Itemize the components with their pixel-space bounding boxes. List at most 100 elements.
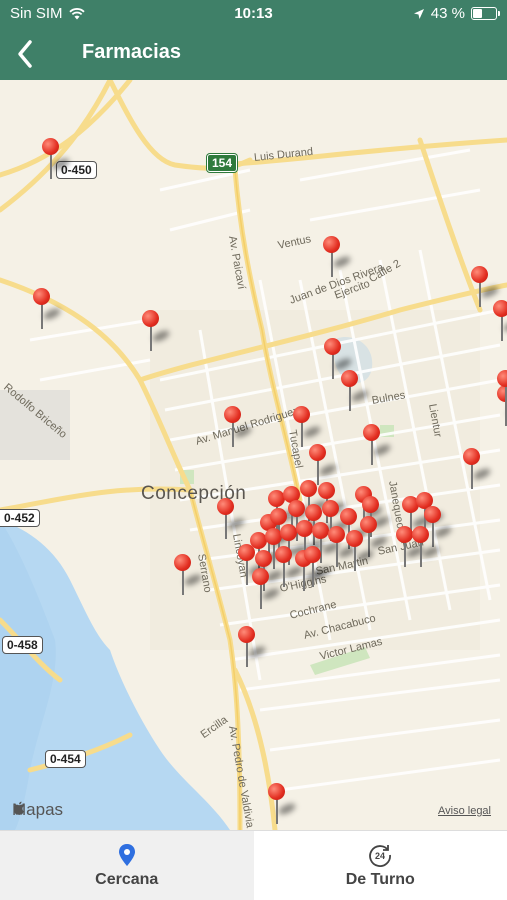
pin-head <box>304 546 321 563</box>
pharmacy-pin[interactable] <box>323 236 352 280</box>
pin-stick <box>181 569 184 595</box>
pin-head <box>324 338 341 355</box>
pin-stick <box>403 541 406 567</box>
pin-stick <box>419 541 422 567</box>
pin-stick <box>504 385 507 411</box>
pin-head <box>424 506 441 523</box>
pharmacy-pin[interactable] <box>341 370 370 414</box>
pin-head <box>318 482 335 499</box>
pin-stick <box>149 325 152 351</box>
pin-stick <box>245 559 248 585</box>
pin-head <box>497 370 507 387</box>
pharmacy-pin[interactable] <box>142 310 171 354</box>
pin-stick <box>245 641 248 667</box>
tab-de-turno[interactable]: 24 De Turno <box>254 831 507 900</box>
pin-head <box>280 524 297 541</box>
pin-head <box>174 554 191 571</box>
map-base <box>0 80 507 830</box>
status-bar: Sin SIM 10:13 43 % <box>0 0 507 28</box>
pin-stick <box>331 353 334 379</box>
pin-stick <box>231 421 234 447</box>
maps-attribution: Mapas <box>12 800 63 820</box>
legal-link[interactable]: Aviso legal <box>438 805 491 817</box>
pharmacy-pin[interactable] <box>328 526 357 570</box>
pharmacy-pin[interactable] <box>42 138 71 182</box>
pharmacy-pin[interactable] <box>238 626 267 670</box>
location-pin-icon <box>118 843 135 866</box>
pin-head <box>300 480 317 497</box>
pin-head <box>268 783 285 800</box>
pharmacy-pin[interactable] <box>275 546 304 590</box>
pharmacy-pin[interactable] <box>174 554 203 598</box>
pin-head <box>362 496 379 513</box>
pharmacy-pin[interactable] <box>471 266 500 310</box>
pharmacy-pin[interactable] <box>268 783 297 827</box>
page-title: Farmacias <box>82 41 181 63</box>
pharmacy-pin[interactable] <box>224 406 253 450</box>
pharmacy-pin[interactable] <box>412 526 441 570</box>
pin-head <box>346 530 363 547</box>
pin-stick <box>311 561 314 587</box>
pin-stick <box>259 583 262 609</box>
pin-stick <box>224 513 227 539</box>
pin-stick <box>478 281 481 307</box>
pin-stick <box>282 561 285 587</box>
pin-stick <box>431 521 434 547</box>
pin-stick <box>500 315 503 341</box>
status-right: 43 % <box>413 5 500 22</box>
pin-head <box>33 288 50 305</box>
pin-head <box>323 236 340 253</box>
pharmacy-pin[interactable] <box>463 448 492 492</box>
pin-head <box>305 504 322 521</box>
pin-stick <box>348 385 351 411</box>
road-badge: 0-458 <box>2 636 43 654</box>
map-view[interactable]: 154 0-450 0-452 0-458 0-454 Luis Durand … <box>0 80 507 830</box>
pin-shadow <box>502 318 507 334</box>
pharmacy-pin[interactable] <box>493 300 507 344</box>
tab-cercana[interactable]: Cercana <box>0 831 254 900</box>
pin-stick <box>370 439 373 465</box>
pin-head <box>142 310 159 327</box>
pin-head <box>396 526 413 543</box>
pin-head <box>471 266 488 283</box>
pin-stick <box>353 545 356 571</box>
pharmacy-pin[interactable] <box>304 546 333 590</box>
pharmacy-pin[interactable] <box>324 338 353 382</box>
pin-head <box>463 448 480 465</box>
svg-text:24: 24 <box>375 851 385 861</box>
clock-24-icon: 24 <box>369 844 392 867</box>
pharmacy-pin[interactable] <box>497 370 507 414</box>
pharmacy-pin[interactable] <box>33 288 62 332</box>
tab-label: De Turno <box>345 870 415 888</box>
battery-percent: 43 % <box>430 5 465 22</box>
pin-head <box>412 526 429 543</box>
pin-stick <box>275 798 278 824</box>
pin-head <box>217 498 234 515</box>
pin-head <box>224 406 241 423</box>
pin-head <box>309 444 326 461</box>
pin-head <box>363 424 380 441</box>
back-button[interactable] <box>8 34 48 74</box>
pin-head <box>275 546 292 563</box>
pin-head <box>42 138 59 155</box>
navigation-bar: Farmacias <box>0 28 507 80</box>
battery-fill <box>473 9 483 18</box>
pin-stick <box>330 251 333 277</box>
pin-head <box>322 500 339 517</box>
pharmacy-pin[interactable] <box>363 424 392 468</box>
pin-head <box>312 522 329 539</box>
pin-head <box>296 520 313 537</box>
pin-head <box>493 300 507 317</box>
pharmacy-pin[interactable] <box>217 498 246 542</box>
pin-head <box>293 406 310 423</box>
pin-stick <box>470 463 473 489</box>
highway-shield: 154 <box>207 154 238 172</box>
tab-label: Cercana <box>95 870 159 888</box>
pin-head <box>255 550 272 567</box>
pin-stick <box>335 541 338 567</box>
pharmacy-pin[interactable] <box>252 568 281 612</box>
road-badge: 0-452 <box>0 509 40 527</box>
pharmacy-pin[interactable] <box>346 530 375 574</box>
pin-head <box>288 500 305 517</box>
pin-stick <box>40 303 43 329</box>
